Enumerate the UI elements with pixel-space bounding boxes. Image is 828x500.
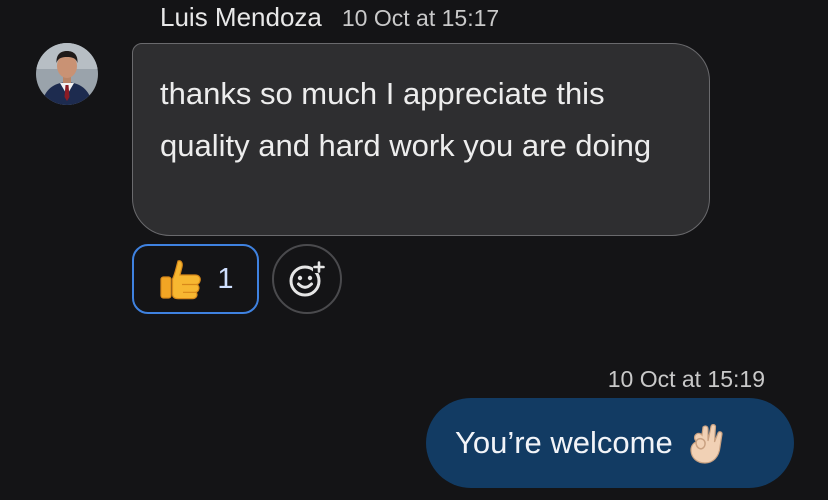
thumbs-up-reaction-button[interactable]: 1 [132, 244, 259, 314]
reaction-count: 1 [217, 262, 234, 295]
sender-avatar[interactable] [36, 43, 98, 105]
outgoing-timestamp: 10 Oct at 15:19 [607, 366, 765, 392]
thumbs-up-icon [160, 260, 202, 300]
incoming-message-text: thanks so much I appreciate this quality… [160, 76, 652, 163]
sender-name[interactable]: Luis Mendoza [160, 2, 322, 33]
ok-hand-icon [690, 424, 723, 464]
person-avatar-icon [36, 43, 98, 105]
incoming-message-bubble[interactable]: thanks so much I appreciate this quality… [132, 43, 710, 236]
incoming-timestamp: 10 Oct at 15:17 [341, 5, 500, 31]
message-header: Luis Mendoza 10 Oct at 15:17 [160, 2, 499, 38]
add-reaction-button[interactable] [272, 244, 342, 314]
outgoing-message-text: You’re welcome [455, 425, 673, 460]
add-reaction-smiley-icon [289, 261, 325, 297]
outgoing-message-bubble[interactable]: You’re welcome [426, 398, 794, 488]
